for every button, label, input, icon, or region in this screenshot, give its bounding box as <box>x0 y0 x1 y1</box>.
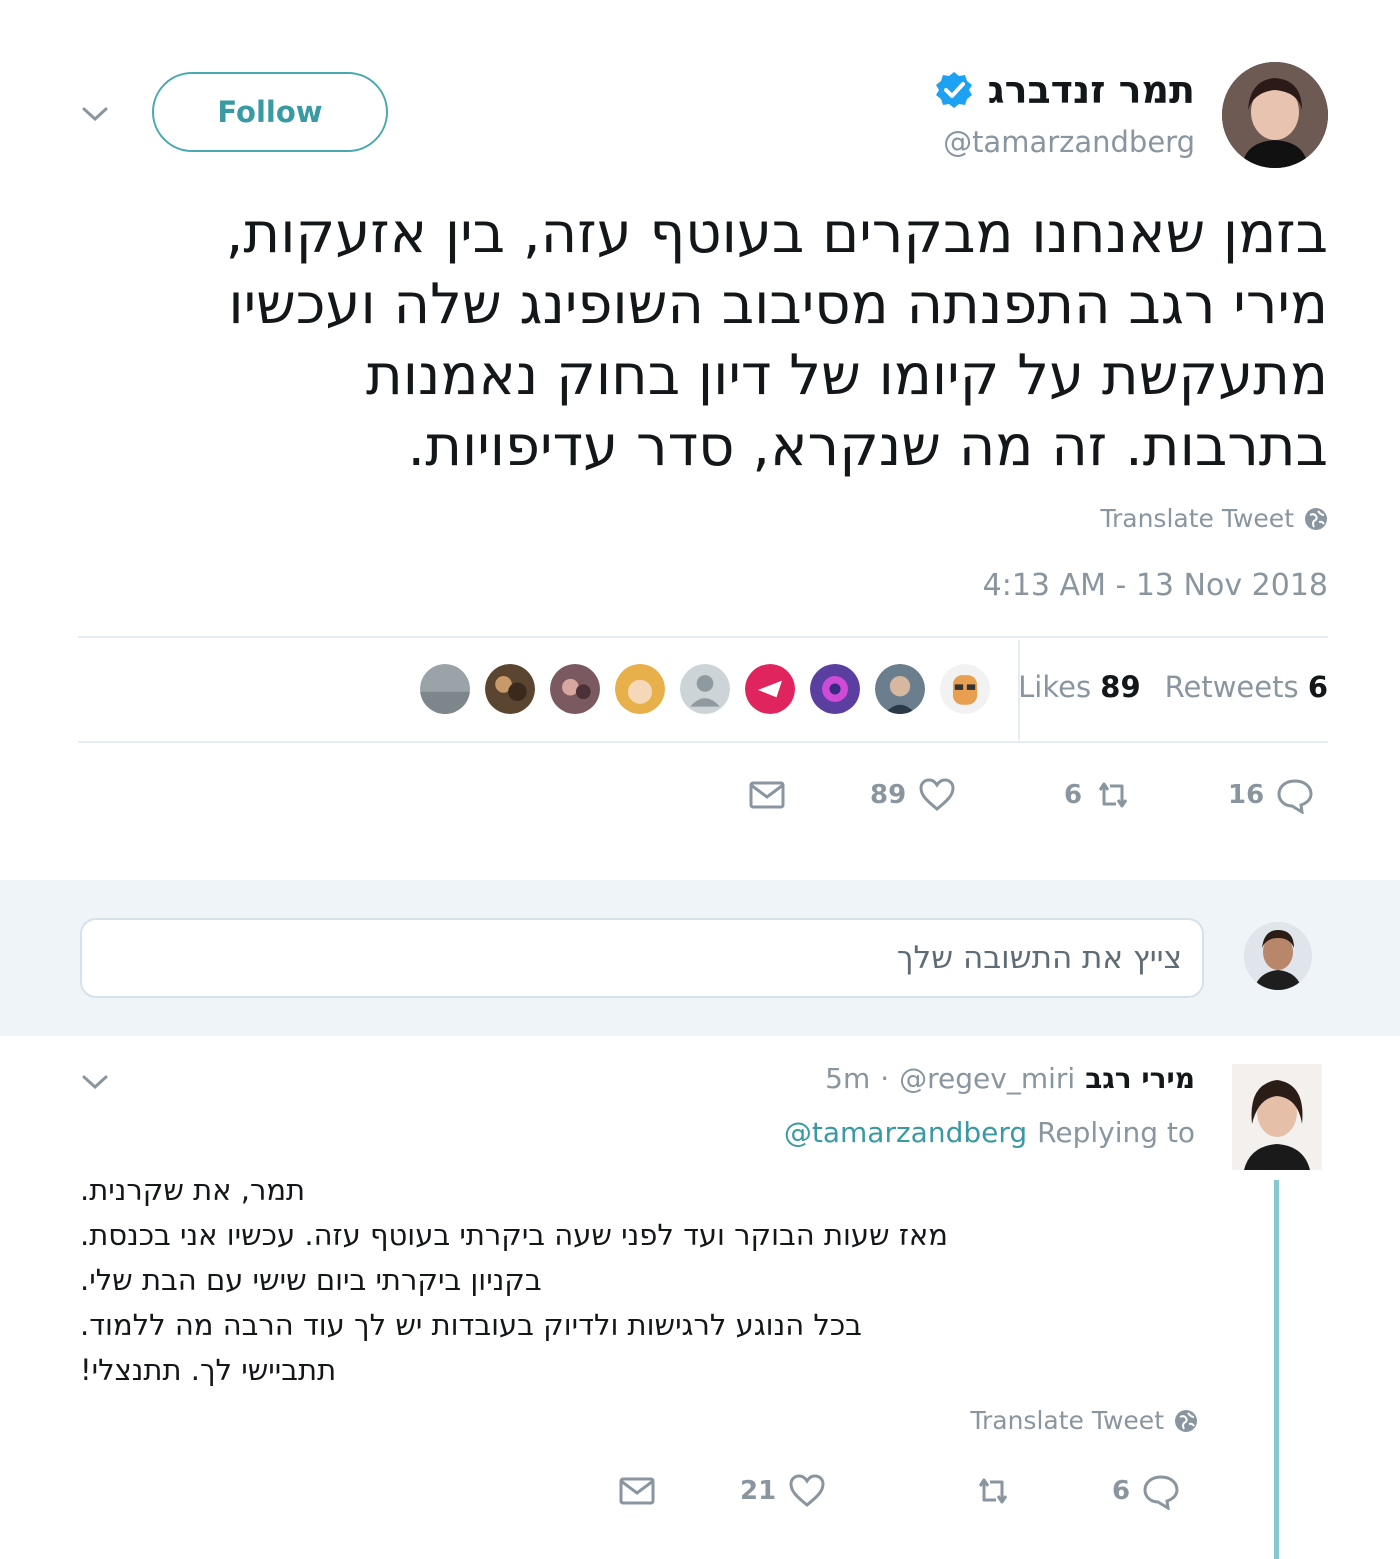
reply-input[interactable] <box>80 918 1204 998</box>
translate-label: Translate Tweet <box>1100 504 1294 533</box>
current-user-avatar[interactable] <box>1244 922 1312 990</box>
retweet-icon <box>978 1478 1008 1504</box>
liker-avatar[interactable] <box>938 662 992 716</box>
liker-avatar[interactable] <box>743 662 797 716</box>
envelope-icon <box>749 781 785 809</box>
reply-text-line: מאז שעות הבוקר ועד לפני שעה ביקרתי בעוטף… <box>80 1218 948 1252</box>
envelope-icon <box>619 1477 655 1505</box>
reply-text-line: בקניון ביקרתי ביום שישי עם הבת שלי. <box>80 1263 542 1297</box>
reply-count: 6 <box>1112 1476 1131 1506</box>
globe-icon <box>1305 507 1327 530</box>
retweet-count: 6 <box>1064 780 1083 810</box>
liker-avatar[interactable] <box>678 662 732 716</box>
retweet-icon <box>1098 782 1128 808</box>
chevron-down-icon[interactable] <box>80 104 110 124</box>
globe-icon <box>1175 1409 1197 1432</box>
reply-action[interactable]: 16 <box>1228 776 1314 814</box>
reply-separator: · <box>880 1062 890 1095</box>
tweet-stats: Likes 89 Retweets 6 <box>1018 670 1328 704</box>
tweet-text-line: מתעקשת על קיומו של דיון בחוק נאמנות <box>365 343 1328 408</box>
reply-action[interactable]: 6 <box>1112 1472 1180 1510</box>
verified-icon <box>936 72 972 108</box>
reply-text: תמר, את שקרנית. מאז שעות הבוקר ועד לפני … <box>80 1168 1200 1393</box>
translate-tweet-link[interactable]: Translate Tweet <box>970 1406 1198 1435</box>
direct-message-action[interactable] <box>618 1472 656 1510</box>
tweet-text: בזמן שאנחנו מבקרים בעוטף עזה, בין אזעקות… <box>78 198 1328 482</box>
tweet-timestamp[interactable]: 4:13 AM - 13 Nov 2018 <box>983 568 1328 603</box>
author-avatar[interactable] <box>1222 62 1328 168</box>
retweet-action[interactable]: 6 <box>1064 776 1132 814</box>
author-name[interactable]: תמר זנדברג <box>988 68 1195 112</box>
reply-author-avatar[interactable] <box>1232 1064 1322 1170</box>
retweets-count: 6 <box>1307 670 1328 704</box>
replying-to-label: Replying to <box>1037 1116 1195 1149</box>
divider <box>78 741 1328 743</box>
tweet-text-line: מירי רגב התפנתה מסיבוב השופינג שלה ועכשי… <box>228 272 1328 337</box>
like-action[interactable]: 21 <box>740 1472 826 1510</box>
translate-label: Translate Tweet <box>970 1406 1164 1435</box>
translate-tweet-link[interactable]: Translate Tweet <box>1100 504 1328 533</box>
reply-count: 16 <box>1228 780 1265 810</box>
tweet-text-line: בזמן שאנחנו מבקרים בעוטף עזה, בין אזעקות… <box>225 201 1328 266</box>
liker-avatars <box>418 662 992 716</box>
speech-bubble-icon <box>1277 779 1313 814</box>
retweets-stat[interactable]: Retweets 6 <box>1165 670 1328 704</box>
liker-avatar[interactable] <box>808 662 862 716</box>
likes-label: Likes <box>1018 670 1092 704</box>
replying-to-handle[interactable]: @tamarzandberg <box>784 1116 1027 1149</box>
like-action[interactable]: 89 <box>870 776 956 814</box>
liker-avatar[interactable] <box>613 662 667 716</box>
thread-line <box>1274 1180 1279 1559</box>
replying-to: @tamarzandberg Replying to <box>784 1116 1195 1149</box>
retweets-label: Retweets <box>1164 670 1299 704</box>
reply-author-handle[interactable]: @regev_miri <box>899 1062 1075 1095</box>
divider <box>78 636 1328 638</box>
likes-stat[interactable]: Likes 89 <box>1018 670 1141 704</box>
liker-avatar[interactable] <box>483 662 537 716</box>
liker-avatar[interactable] <box>548 662 602 716</box>
reply-author-name[interactable]: מירי רגב <box>1085 1062 1195 1095</box>
retweet-action[interactable] <box>974 1472 1012 1510</box>
like-count: 89 <box>870 780 907 810</box>
author-handle[interactable]: @tamarzandberg <box>943 125 1195 159</box>
liker-avatar[interactable] <box>873 662 927 716</box>
tweet-text-line: בתרבות. זה מה שנקרא, סדר עדיפויות. <box>407 414 1328 479</box>
reply-header: 5m · @regev_miri מירי רגב <box>825 1062 1195 1095</box>
follow-button[interactable]: Follow <box>152 72 388 152</box>
direct-message-action[interactable] <box>748 776 786 814</box>
liker-avatar[interactable] <box>418 662 472 716</box>
chevron-down-icon[interactable] <box>80 1072 110 1092</box>
heart-icon <box>919 778 955 811</box>
likes-count: 89 <box>1100 670 1141 704</box>
heart-icon <box>789 1474 825 1507</box>
like-count: 21 <box>740 1476 777 1506</box>
speech-bubble-icon <box>1143 1475 1179 1510</box>
reply-text-line: בכל הנוגע לרגישות ולדיוק בעובדות יש לך ע… <box>80 1308 862 1342</box>
reply-time[interactable]: 5m <box>825 1062 870 1095</box>
reply-text-line: תתביישי לך. תתנצלי! <box>80 1353 337 1387</box>
reply-text-line: תמר, את שקרנית. <box>80 1173 306 1207</box>
